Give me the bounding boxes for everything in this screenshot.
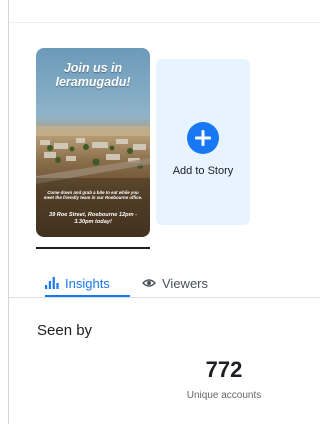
tab-insights[interactable]: Insights: [45, 269, 110, 297]
add-to-story-button[interactable]: Add to Story: [156, 59, 250, 225]
add-to-story-label: Add to Story: [172, 165, 234, 177]
unique-accounts-caption: Unique accounts: [186, 390, 262, 401]
story-body-text: Come down and grab a bite to eat while y…: [43, 190, 143, 201]
tabs-divider: [9, 297, 320, 298]
seen-by-heading: Seen by: [37, 322, 93, 339]
eye-icon: [142, 279, 156, 287]
story-address: 39 Roe Street, Roebourne 12pm - 3.30pm t…: [49, 212, 137, 225]
bar-chart-icon: [45, 277, 59, 289]
unique-accounts-count: 772: [205, 357, 243, 382]
story-insights-panel: Join us in Ieramugadu! Come down and gra…: [8, 0, 320, 424]
story-headline: Join us in Ieramugadu!: [55, 61, 131, 89]
tab-viewers-label: Viewers: [162, 275, 209, 291]
tab-insights-label: Insights: [65, 275, 110, 291]
top-divider: [9, 22, 320, 23]
story-thumbnail[interactable]: Join us in Ieramugadu! Come down and gra…: [36, 48, 150, 237]
tab-viewers[interactable]: Viewers: [142, 269, 208, 297]
selected-story-indicator: [36, 247, 150, 249]
plus-circle-icon: [187, 122, 219, 154]
insights-tabs: Insights Viewers: [45, 269, 295, 299]
